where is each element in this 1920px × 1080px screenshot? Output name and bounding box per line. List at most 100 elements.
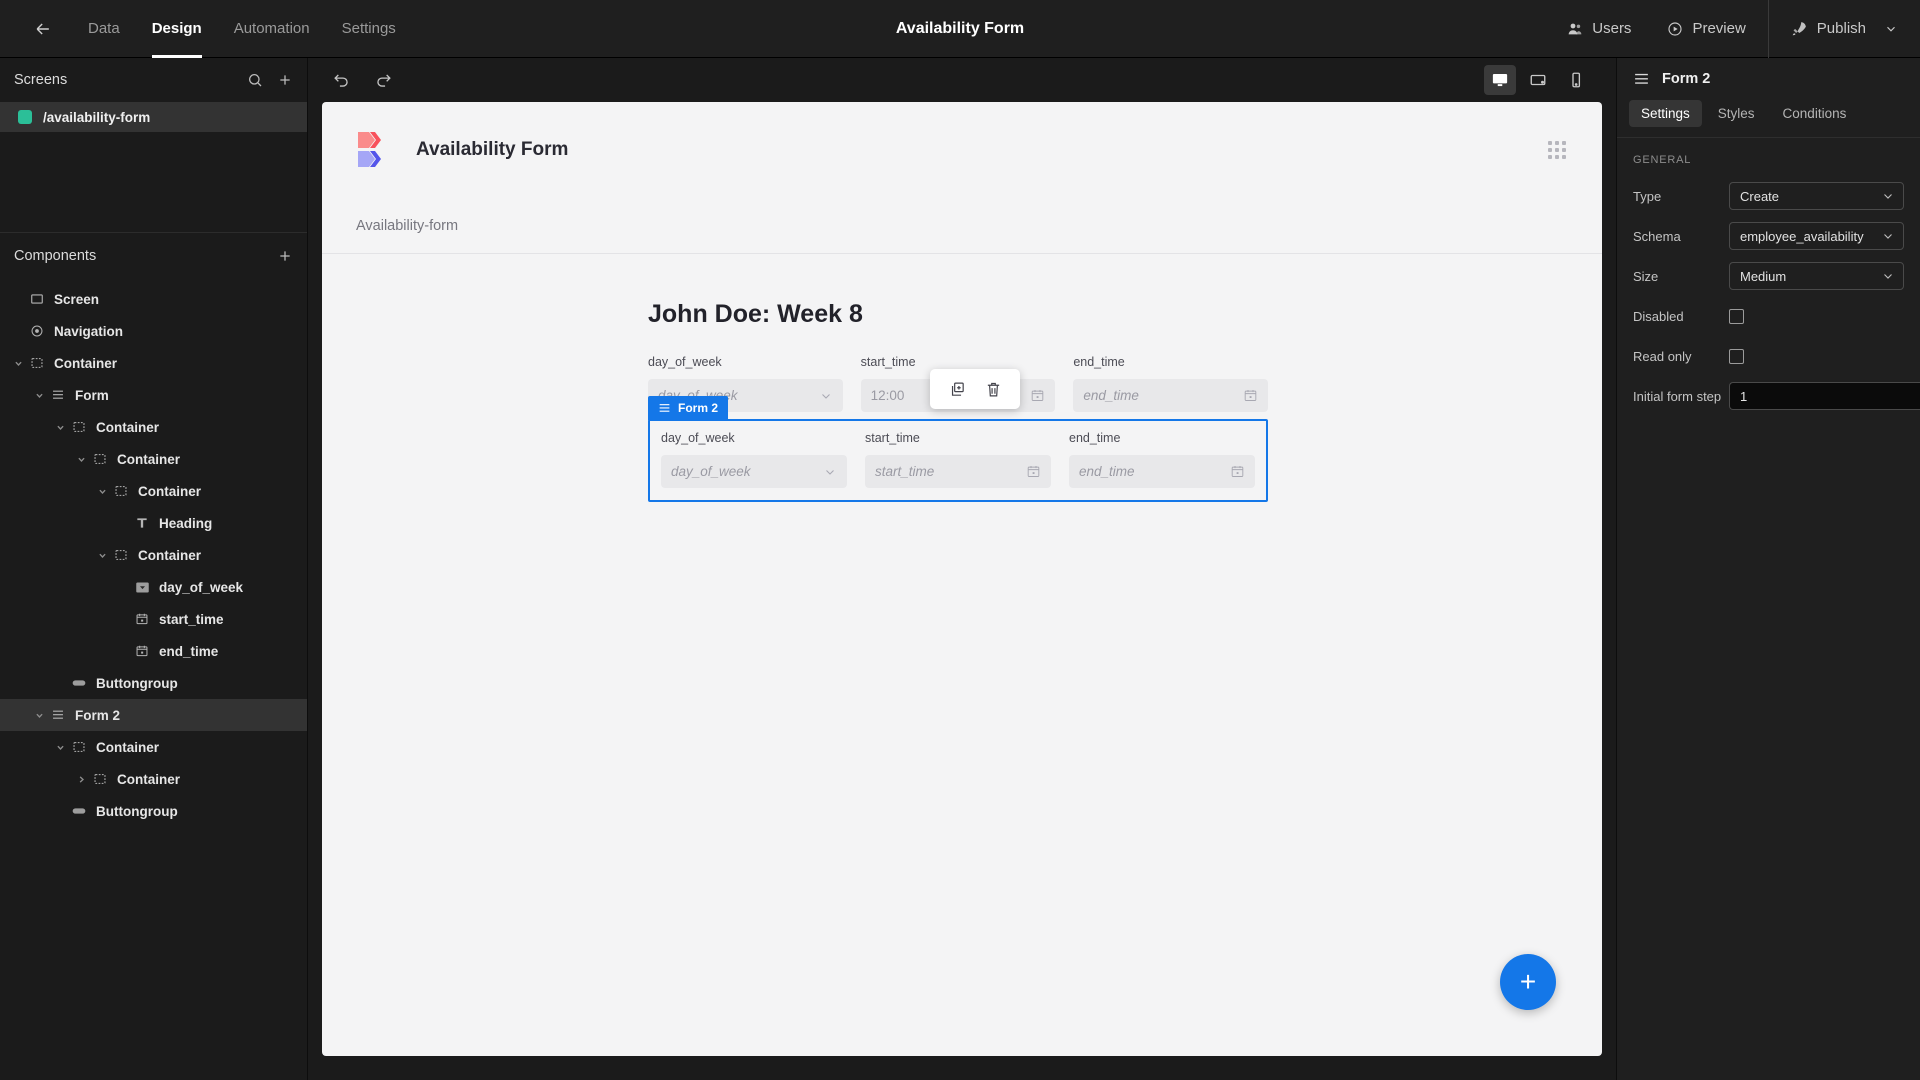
chevron-right-icon[interactable] [73,775,89,784]
calendar-icon[interactable] [1243,388,1258,403]
size-select[interactable]: Medium [1729,262,1904,290]
tree-item-form[interactable]: Form [0,379,307,411]
tree-item-container[interactable]: Container [0,347,307,379]
form-2-container[interactable]: Form 2 day_of_week day_of_week start_tim… [648,369,1268,502]
grid-dots-icon[interactable] [1548,141,1566,159]
redo-button[interactable] [368,65,398,95]
chevron-down-icon[interactable] [31,391,47,400]
initial-form-step-input[interactable] [1729,382,1920,410]
tree-item-buttongroup[interactable]: Buttongroup [0,667,307,699]
schema-select[interactable]: employee_availability [1729,222,1904,250]
sidebar-item-availability-form[interactable]: /availability-form [0,102,307,132]
property-row-read-only: Read only [1617,336,1920,376]
undo-button[interactable] [326,65,356,95]
chevron-down-icon[interactable] [73,455,89,464]
calendar-icon[interactable] [1230,464,1245,479]
tree-item-navigation[interactable]: Navigation [0,315,307,347]
form-icon [1635,73,1648,84]
chevron-down-icon [1881,229,1895,243]
chevron-down-icon[interactable] [31,711,47,720]
mobile-view-button[interactable] [1560,65,1592,95]
tree-item-container[interactable]: Container [0,411,307,443]
duplicate-button[interactable] [944,376,970,402]
calendar-icon[interactable] [1026,464,1041,479]
selected-value: employee_availability [1740,228,1864,244]
add-screen-icon[interactable] [277,72,293,88]
property-row-initial-form-step: Initial form step [1617,376,1920,416]
nav-tab-automation[interactable]: Automation [218,0,326,58]
nav-tab-settings[interactable]: Settings [326,0,412,58]
date-input[interactable]: end_time [1073,379,1268,412]
property-row-disabled: Disabled [1617,296,1920,336]
chevron-down-icon[interactable] [94,487,110,496]
selection-badge[interactable]: Form 2 [648,396,729,420]
tree-item-label: Container [138,547,202,563]
properties-tabs: Settings Styles Conditions [1617,100,1920,138]
tree-item-heading[interactable]: Heading [0,507,307,539]
tree-item-container[interactable]: Container [0,763,307,795]
preview-button[interactable]: Preview [1649,20,1763,37]
back-button[interactable] [26,12,60,46]
tree-item-form-2[interactable]: Form 2 [0,699,307,731]
nav-tab-design[interactable]: Design [136,0,218,58]
property-label: Size [1633,268,1659,284]
property-row-schema: Schema employee_availability [1617,216,1920,256]
property-label: Schema [1633,228,1681,244]
chevron-down-icon[interactable] [1884,22,1898,36]
date-input[interactable]: end_time [1069,455,1255,488]
tree-item-container[interactable]: Container [0,443,307,475]
publish-button[interactable]: Publish [1773,20,1884,37]
tab-conditions[interactable]: Conditions [1771,100,1859,127]
tree-item-container[interactable]: Container [0,475,307,507]
tablet-view-button[interactable] [1522,65,1554,95]
property-list: Type Create Schema employee_availability Siz… [1617,176,1920,416]
type-select[interactable]: Create [1729,182,1904,210]
tree-item-container[interactable]: Container [0,731,307,763]
field-label: end_time [1073,355,1125,369]
chevron-down-icon[interactable] [819,389,833,403]
chevron-down-icon[interactable] [52,423,68,432]
tree-item-start-time[interactable]: start_time [0,603,307,635]
field-value: day_of_week [671,464,751,479]
select-icon [131,580,153,595]
tree-item-label: Form [75,387,109,403]
top-bar-actions: Users Preview Publish [1549,0,1920,58]
selected-value: Medium [1740,268,1787,284]
delete-button[interactable] [980,376,1006,402]
tree-item-end-time[interactable]: end_time [0,635,307,667]
selection-badge-label: Form 2 [678,401,719,415]
tablet-icon [1530,74,1546,86]
tree-item-container[interactable]: Container [0,539,307,571]
chevron-down-icon[interactable] [94,551,110,560]
app-header: Availability Form [322,102,1602,198]
screen-label: /availability-form [43,109,151,125]
app-preview-canvas: Availability Form Availability-form John… [322,102,1602,1056]
button-icon [68,803,90,819]
calendar-icon[interactable] [1030,388,1045,403]
property-control: Medium [1729,262,1904,290]
select-input[interactable]: day_of_week [661,455,847,488]
tree-item-buttongroup[interactable]: Buttongroup [0,795,307,827]
undo-icon [333,73,348,87]
desktop-view-button[interactable] [1484,65,1516,95]
tree-item-screen[interactable]: Screen [0,283,307,315]
container-icon [110,484,132,498]
date-input[interactable]: start_time [865,455,1051,488]
nav-tab-data[interactable]: Data [72,0,136,58]
tab-settings[interactable]: Settings [1629,100,1702,127]
property-label: Disabled [1633,308,1684,324]
add-component-icon[interactable] [277,248,293,264]
tab-styles[interactable]: Styles [1706,100,1767,127]
chevron-down-icon[interactable] [10,359,26,368]
disabled-checkbox[interactable] [1729,308,1744,324]
chevron-down-icon[interactable] [52,743,68,752]
properties-panel: Form 2 Settings Styles Conditions GENERA… [1616,58,1920,1080]
search-icon[interactable] [247,72,263,88]
tree-item-day-of-week[interactable]: day_of_week [0,571,307,603]
add-component-fab[interactable]: + [1500,954,1556,1010]
users-button[interactable]: Users [1549,20,1649,37]
screen-icon [26,292,48,306]
chevron-down-icon[interactable] [823,465,837,479]
read-only-checkbox[interactable] [1729,348,1744,364]
container-icon [110,548,132,562]
